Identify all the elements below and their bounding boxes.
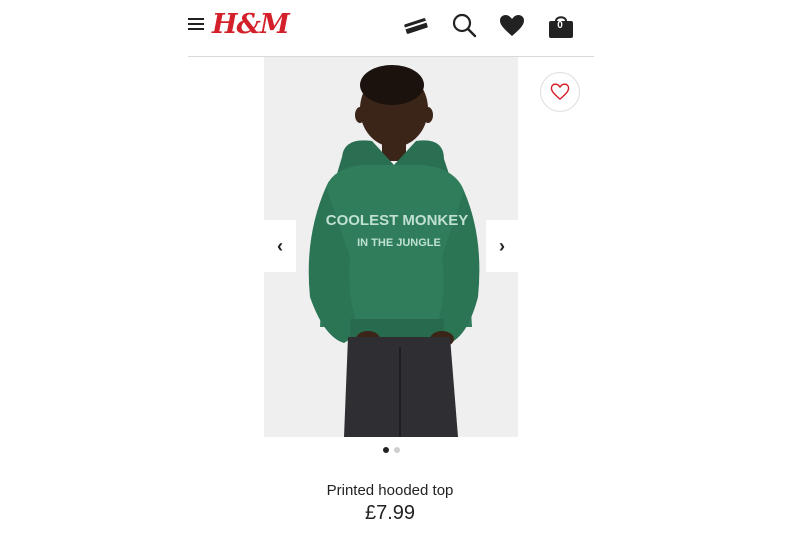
heart-outline-icon bbox=[550, 83, 570, 101]
favourites-heart-icon[interactable] bbox=[498, 12, 526, 40]
add-to-favourites-button[interactable] bbox=[540, 72, 580, 112]
carousel-dot-active[interactable] bbox=[383, 447, 389, 453]
hoodie-print-line2: IN THE JUNGLE bbox=[357, 237, 441, 249]
next-image-button[interactable]: › bbox=[486, 220, 518, 272]
hoodie-print-line1: COOLEST MONKEY bbox=[326, 212, 469, 229]
search-icon[interactable] bbox=[450, 12, 478, 40]
site-header: H&M 0 bbox=[188, 0, 594, 57]
brand-logo[interactable]: H&M bbox=[212, 8, 290, 42]
membership-card-icon[interactable] bbox=[402, 12, 430, 40]
chevron-left-icon: ‹ bbox=[277, 235, 283, 256]
product-image[interactable]: COOLEST MONKEY IN THE JUNGLE bbox=[264, 57, 518, 437]
menu-icon[interactable] bbox=[188, 17, 204, 31]
product-price: £7.99 bbox=[364, 502, 416, 524]
shopping-bag-icon[interactable]: 0 bbox=[547, 12, 575, 40]
chevron-right-icon: › bbox=[499, 235, 505, 256]
bag-count-badge: 0 bbox=[557, 20, 563, 31]
product-page: H&M 0 COOLEST MONKEY IN THE JUNGLE ‹ › P… bbox=[0, 0, 800, 533]
product-name: Printed hooded top bbox=[326, 482, 454, 499]
previous-image-button[interactable]: ‹ bbox=[264, 220, 296, 272]
carousel-dot[interactable] bbox=[394, 447, 400, 453]
